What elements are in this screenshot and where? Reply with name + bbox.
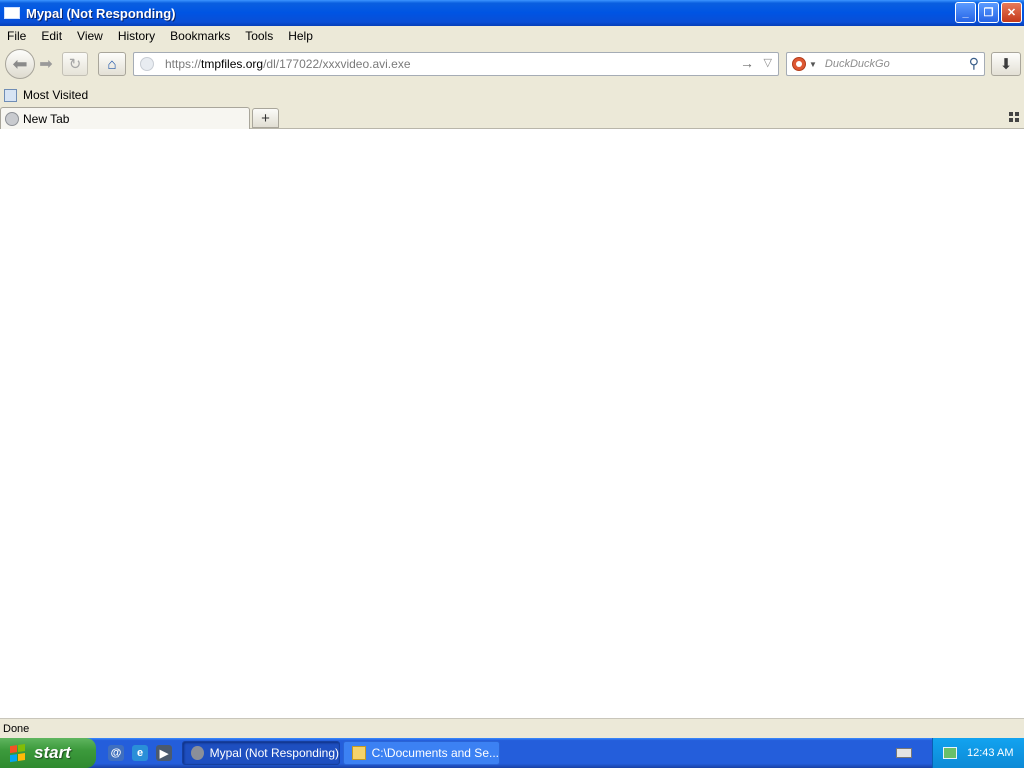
url-bar[interactable]: https://tmpfiles.org/dl/177022/xxxvideo.… [133,52,779,76]
navigation-toolbar: ⬅ ➡ ↻ ⌂ https://tmpfiles.org/dl/177022/x… [0,46,1024,84]
home-icon: ⌂ [107,55,117,73]
list-all-tabs-icon[interactable] [1009,112,1019,122]
tab-label: New Tab [23,112,70,126]
menu-tools[interactable]: Tools [245,29,273,43]
url-domain: tmpfiles.org [201,57,264,71]
home-button[interactable]: ⌂ [98,52,126,76]
url-history-dropdown-icon[interactable]: ▽ [764,56,772,69]
search-icon[interactable]: ⚲ [969,55,979,72]
most-visited-icon[interactable] [4,88,17,102]
downloads-button[interactable]: ⬇ [991,52,1021,76]
app-window-icon [4,7,20,19]
menu-bar: File Edit View History Bookmarks Tools H… [0,26,1024,46]
url-text[interactable]: https://tmpfiles.org/dl/177022/xxxvideo.… [165,57,411,71]
system-tray: 12:43 AM [932,738,1024,768]
status-bar: Done [0,718,1024,738]
menu-edit[interactable]: Edit [41,29,62,43]
most-visited-bookmark[interactable]: Most Visited [23,88,88,102]
menu-view[interactable]: View [77,29,103,43]
minimize-button[interactable]: _ [955,2,976,23]
url-scheme: https:// [165,57,202,71]
menu-help[interactable]: Help [288,29,313,43]
keyboard-icon[interactable] [896,748,912,758]
mypal-icon [191,746,204,760]
search-bar[interactable]: ▼ DuckDuckGo ⚲ [786,52,985,76]
url-path: /dl/177022/xxxvideo.avi.exe [263,57,411,71]
quicklaunch-media-player-icon[interactable]: ▶ [156,745,172,761]
page-content[interactable] [0,129,1024,718]
task-label: C:\Documents and Se... [371,746,499,760]
search-placeholder[interactable]: DuckDuckGo [825,58,890,70]
windows-logo-icon [10,744,26,762]
reload-icon: ↻ [68,56,82,73]
menu-bookmarks[interactable]: Bookmarks [170,29,230,43]
start-button[interactable]: start [0,738,96,768]
site-identity-icon[interactable] [140,57,154,71]
status-text: Done [3,722,30,735]
download-arrow-icon: ⬇ [999,56,1013,73]
engine-dropdown-icon[interactable]: ▼ [809,60,817,69]
restore-button[interactable]: ❐ [978,2,999,23]
plus-icon: + [261,109,270,127]
task-label: Mypal (Not Responding) [209,746,339,760]
back-arrow-icon: ⬅ [12,53,28,74]
quicklaunch-ie-icon[interactable]: e [132,745,148,761]
close-button[interactable]: ✕ [1001,2,1022,23]
new-tab-button[interactable]: + [252,108,279,128]
globe-icon [5,112,19,126]
task-mypal[interactable]: Mypal (Not Responding) [182,741,340,765]
tab-new-tab[interactable]: New Tab [0,107,250,130]
go-arrow-icon[interactable]: → [740,55,754,71]
bookmarks-toolbar: Most Visited [0,84,1024,106]
task-explorer[interactable]: C:\Documents and Se... [343,741,500,765]
duckduckgo-icon[interactable] [792,57,806,71]
clock[interactable]: 12:43 AM [967,747,1013,759]
title-bar: Mypal (Not Responding) _ ❐ ✕ [0,0,1024,26]
taskbar: start @ e ▶ Mypal (Not Responding) C:\Do… [0,738,1024,768]
menu-file[interactable]: File [7,29,26,43]
start-label: start [34,743,71,762]
quicklaunch-email-icon[interactable]: @ [108,745,124,761]
forward-arrow-icon: ➡ [39,56,53,73]
network-icon[interactable] [943,747,957,759]
window-title: Mypal (Not Responding) [26,5,176,21]
folder-icon [352,746,366,760]
forward-button[interactable]: ➡ [36,54,56,74]
reload-button[interactable]: ↻ [62,52,88,76]
tab-strip: New Tab + [0,106,1024,130]
back-button[interactable]: ⬅ [5,49,35,79]
menu-history[interactable]: History [118,29,155,43]
